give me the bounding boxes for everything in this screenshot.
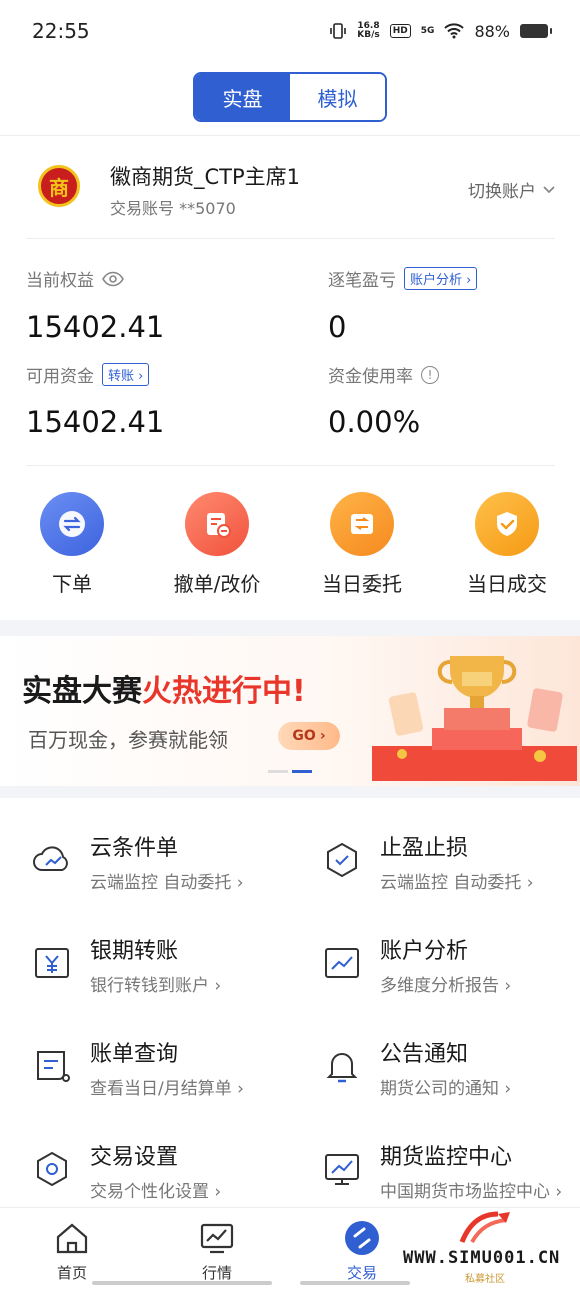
today-entrust-button[interactable]: 当日委托 bbox=[297, 492, 427, 597]
cancel-modify-button[interactable]: 撤单/改价 bbox=[152, 492, 282, 597]
cancel-order-icon bbox=[185, 492, 249, 556]
eye-icon[interactable] bbox=[102, 271, 124, 287]
bill-icon bbox=[37, 1051, 70, 1082]
bell-icon bbox=[326, 1053, 358, 1083]
divider bbox=[0, 135, 580, 136]
divider bbox=[26, 465, 555, 466]
settings-hex-icon bbox=[37, 1151, 67, 1187]
battery-percent: 88% bbox=[474, 21, 510, 41]
menu-cloud-order[interactable]: 云条件单 云端监控 自动委托 › bbox=[30, 830, 310, 910]
account-name: 徽商期货_CTP主席1 bbox=[110, 165, 301, 189]
available-value: 15402.41 bbox=[26, 405, 165, 439]
section-gap bbox=[0, 786, 580, 798]
carousel-indicator bbox=[268, 770, 312, 773]
status-time: 22:55 bbox=[32, 19, 90, 43]
yen-transfer-icon bbox=[35, 948, 69, 978]
usage-label: 资金使用率 ! bbox=[328, 362, 439, 387]
menu-announcements[interactable]: 公告通知 期货公司的通知 › bbox=[320, 1036, 580, 1116]
watermark: WWW.SIMU001.CN 私募社区 bbox=[403, 1210, 578, 1285]
vibrate-icon bbox=[330, 23, 347, 39]
menu-account-analysis[interactable]: 账户分析 多维度分析报告 › bbox=[320, 933, 580, 1013]
info-icon[interactable]: ! bbox=[421, 365, 439, 384]
trophy-illustration bbox=[372, 656, 577, 781]
divider bbox=[26, 238, 555, 239]
watermark-logo-icon bbox=[459, 1211, 510, 1244]
contest-banner[interactable]: 实盘大赛火热进行中! 百万现金，参赛就能领 GO › bbox=[0, 636, 580, 786]
banner-title: 实盘大赛火热进行中! bbox=[22, 674, 306, 709]
nav-trade[interactable]: 交易 bbox=[317, 1220, 407, 1283]
banner-go-button[interactable]: GO › bbox=[278, 722, 340, 750]
banner-subtitle: 百万现金，参赛就能领 bbox=[28, 728, 228, 752]
net-speed: 16.8 KB/s bbox=[357, 21, 380, 40]
account-header: 商 徽商期货_CTP主席1 交易账号 **5070 切换账户 bbox=[0, 145, 580, 235]
market-icon bbox=[197, 1220, 237, 1256]
home-icon bbox=[52, 1220, 92, 1256]
pnl-label: 逐笔盈亏 账户分析 › bbox=[328, 266, 478, 291]
equity-value: 15402.41 bbox=[26, 310, 165, 344]
exchange-icon bbox=[40, 492, 104, 556]
chart-icon bbox=[325, 948, 359, 978]
menu-bank-transfer[interactable]: 银期转账 银行转钱到账户 › bbox=[30, 933, 310, 1013]
menu-bill-query[interactable]: 账单查询 查看当日/月结算单 › bbox=[30, 1036, 310, 1116]
status-icons: 16.8 KB/s HD 5G 88% bbox=[329, 21, 552, 41]
nav-market[interactable]: 行情 bbox=[172, 1220, 262, 1283]
monitor-icon bbox=[325, 1154, 359, 1185]
pnl-value: 0 bbox=[328, 310, 347, 344]
transfer-link[interactable]: 转账 › bbox=[102, 363, 150, 386]
account-analysis-link[interactable]: 账户分析 › bbox=[404, 267, 478, 290]
home-indicator-2 bbox=[300, 1281, 410, 1285]
place-order-button[interactable]: 下单 bbox=[7, 492, 137, 597]
signal-5g: 5G bbox=[420, 25, 435, 36]
broker-logo: 商 bbox=[38, 165, 80, 207]
menu-stop-profit-loss[interactable]: 止盈止损 云端监控 自动委托 › bbox=[320, 830, 580, 910]
check-shield-icon bbox=[475, 492, 539, 556]
status-bar: 22:55 16.8 KB/s HD 5G 88% bbox=[0, 0, 580, 62]
usage-value: 0.00% bbox=[328, 405, 421, 439]
battery-icon bbox=[520, 24, 552, 38]
home-indicator bbox=[92, 1281, 272, 1285]
chevron-down-icon bbox=[543, 185, 555, 193]
cloud-icon bbox=[33, 846, 68, 871]
entrust-icon bbox=[330, 492, 394, 556]
section-gap bbox=[0, 620, 580, 636]
available-label: 可用资金 转账 › bbox=[26, 362, 150, 387]
trade-icon bbox=[342, 1220, 382, 1256]
today-deal-button[interactable]: 当日成交 bbox=[442, 492, 572, 597]
nav-home[interactable]: 首页 bbox=[27, 1220, 117, 1283]
account-number: 交易账号 **5070 bbox=[110, 199, 236, 218]
hd-badge: HD bbox=[389, 24, 411, 38]
switch-account-button[interactable]: 切换账户 bbox=[468, 177, 556, 202]
wifi-icon bbox=[444, 23, 465, 39]
tab-sim[interactable]: 模拟 bbox=[290, 74, 385, 120]
shield-check-icon bbox=[327, 842, 357, 878]
tab-real[interactable]: 实盘 bbox=[195, 74, 290, 120]
equity-label: 当前权益 bbox=[26, 266, 124, 291]
mode-switch: 实盘 模拟 bbox=[193, 72, 387, 122]
